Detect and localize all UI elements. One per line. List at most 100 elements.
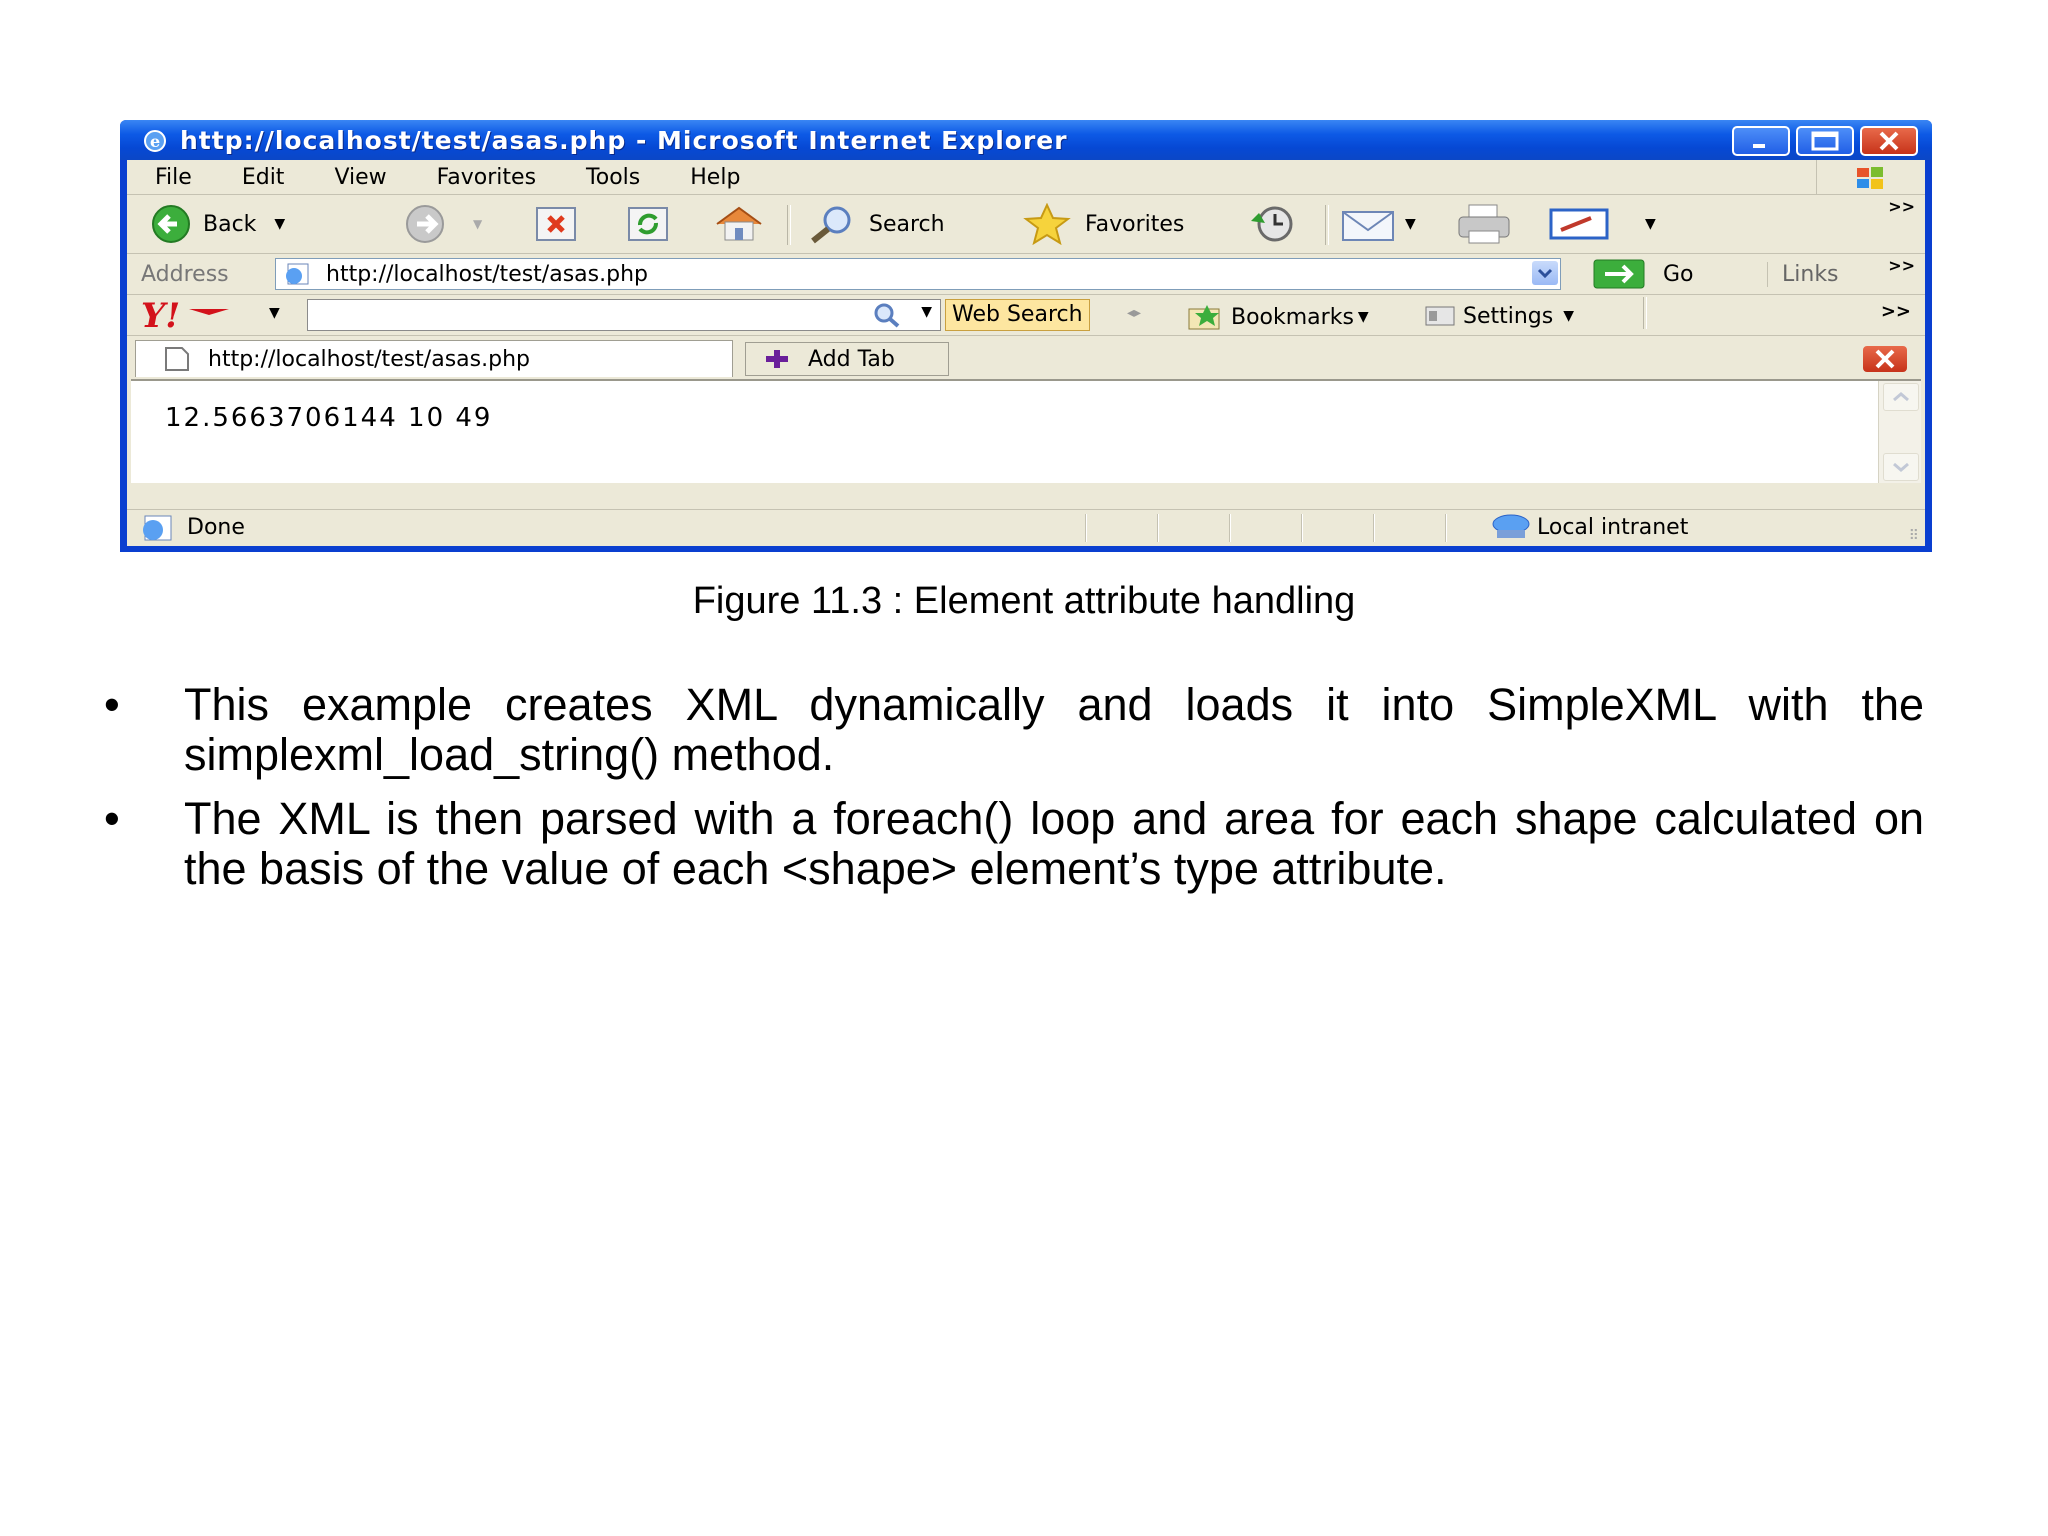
chevron-up-icon: [1893, 392, 1909, 402]
scroll-down-button[interactable]: [1883, 453, 1919, 481]
history-icon: [1251, 206, 1293, 242]
refresh-icon: [628, 207, 668, 241]
web-search-button[interactable]: Web Search: [945, 299, 1090, 331]
close-icon: [1875, 349, 1895, 369]
resize-grip-icon[interactable]: ⠿: [1909, 528, 1919, 544]
chevron-down-icon: [1537, 268, 1553, 279]
close-tab-button[interactable]: [1863, 346, 1907, 372]
scroll-up-button[interactable]: [1883, 383, 1919, 411]
search-icon: [811, 206, 851, 244]
menu-help[interactable]: Help: [690, 165, 740, 190]
go-label: Go: [1663, 261, 1694, 287]
settings-label: Settings: [1463, 303, 1554, 329]
bookmarks-button[interactable]: Bookmarks ▼: [1185, 303, 1369, 331]
tab-bar: http://localhost/test/asas.php Add Tab: [127, 336, 1925, 378]
address-input[interactable]: http://localhost/test/asas.php: [275, 258, 1561, 290]
add-tab-label: Add Tab: [808, 346, 895, 372]
mail-icon: [1342, 211, 1394, 241]
yahoo-search-input[interactable]: ▼: [307, 299, 941, 331]
menu-file[interactable]: File: [155, 165, 192, 190]
security-zone: Local intranet: [1537, 515, 1689, 540]
go-arrow-icon: [1593, 259, 1645, 289]
status-text: Done: [187, 515, 245, 540]
links-button[interactable]: Links: [1767, 262, 1839, 287]
page-output-text: 12.5663706144 10 49: [165, 403, 493, 433]
links-more[interactable]: >>: [1888, 256, 1915, 275]
print-button[interactable]: [1455, 203, 1515, 245]
mail-button[interactable]: ▼: [1339, 203, 1416, 245]
ie-icon: e: [144, 130, 166, 152]
search-icon: [874, 303, 900, 328]
yahoo-more[interactable]: >>: [1881, 301, 1911, 322]
address-bar: Address http://localhost/test/asas.php G…: [127, 254, 1925, 295]
forward-dropdown-icon[interactable]: ▼: [473, 217, 482, 231]
search-dropdown-icon[interactable]: ▼: [921, 304, 932, 320]
title-bar[interactable]: e http://localhost/test/asas.php - Micro…: [120, 120, 1932, 160]
history-button[interactable]: [1245, 203, 1301, 245]
favorites-label: Favorites: [1085, 211, 1185, 237]
add-tab-plus-icon: [766, 350, 788, 368]
tab-title: http://localhost/test/asas.php: [208, 346, 530, 372]
edit-icon: [1549, 208, 1609, 240]
browser-client: File Edit View Favorites Tools Help Back…: [127, 160, 1925, 546]
forward-arrow-icon: [406, 205, 444, 243]
settings-button[interactable]: Settings ▼: [1423, 303, 1574, 329]
menu-view[interactable]: View: [334, 165, 386, 190]
print-icon: [1458, 204, 1510, 244]
svg-text:e: e: [150, 132, 160, 151]
address-label: Address: [141, 262, 229, 287]
refresh-button[interactable]: [623, 203, 673, 245]
window-title: http://localhost/test/asas.php - Microso…: [180, 125, 1068, 155]
go-button[interactable]: Go: [1593, 259, 1694, 289]
ie-icon: [143, 515, 172, 541]
chevron-down-icon: [1893, 462, 1909, 472]
menu-edit[interactable]: Edit: [242, 165, 285, 190]
windows-logo-icon: [1816, 160, 1925, 194]
yahoo-dropdown-icon[interactable]: ▼: [269, 305, 280, 321]
stop-button[interactable]: [531, 203, 581, 245]
minimize-icon: [1753, 144, 1765, 148]
yahoo-logo-icon[interactable]: Y!: [139, 299, 239, 331]
add-tab-button[interactable]: Add Tab: [745, 342, 949, 376]
favorites-star-icon: [1023, 203, 1071, 245]
edit-button[interactable]: ▼: [1547, 203, 1656, 245]
close-icon: [1879, 131, 1899, 151]
page-icon: [165, 347, 189, 371]
maximize-button[interactable]: [1796, 126, 1854, 156]
mail-dropdown-icon[interactable]: ▼: [1405, 216, 1416, 232]
edit-dropdown-icon[interactable]: ▼: [1645, 216, 1656, 232]
settings-icon: [1425, 306, 1455, 326]
bookmarks-label: Bookmarks: [1231, 304, 1354, 330]
back-button[interactable]: Back ▼: [149, 203, 285, 245]
back-dropdown-icon[interactable]: ▼: [274, 216, 285, 232]
address-dropdown[interactable]: [1532, 261, 1558, 285]
home-icon: [716, 206, 762, 241]
home-button[interactable]: [711, 203, 767, 245]
search-label: Search: [869, 211, 945, 237]
bullet-text: This example creates XML dynamically and…: [184, 679, 1924, 780]
address-url: http://localhost/test/asas.php: [326, 261, 648, 287]
yahoo-toolbar: Y! ▼ ▼ Web Search ◂▸ Bookmarks ▼ Setting…: [127, 295, 1925, 336]
favorites-button[interactable]: Favorites: [1019, 203, 1184, 245]
forward-button[interactable]: ▼: [403, 203, 482, 245]
minimize-button[interactable]: [1732, 126, 1790, 156]
menu-favorites[interactable]: Favorites: [437, 165, 536, 190]
search-button[interactable]: Search: [805, 203, 945, 245]
vertical-scrollbar[interactable]: [1878, 381, 1921, 483]
toolbar-more[interactable]: >>: [1888, 197, 1915, 216]
list-item: • The XML is then parsed with a foreach(…: [104, 794, 1924, 894]
toolbar-grip[interactable]: ◂▸: [1127, 305, 1141, 321]
close-button[interactable]: [1860, 126, 1918, 156]
intranet-icon: [1492, 514, 1530, 538]
bullet-dot: •: [104, 793, 120, 844]
bookmarks-dropdown-icon: ▼: [1357, 309, 1369, 325]
maximize-icon: [1811, 131, 1839, 151]
bullet-text: The XML is then parsed with a foreach() …: [184, 793, 1924, 894]
menu-tools[interactable]: Tools: [586, 165, 640, 190]
tab-active[interactable]: http://localhost/test/asas.php: [135, 340, 733, 377]
browser-window: e http://localhost/test/asas.php - Micro…: [120, 120, 1932, 552]
menu-bar: File Edit View Favorites Tools Help: [127, 160, 1925, 195]
page-icon: [286, 263, 309, 285]
bullet-dot: •: [104, 679, 120, 730]
page-content: 12.5663706144 10 49: [131, 379, 1921, 483]
